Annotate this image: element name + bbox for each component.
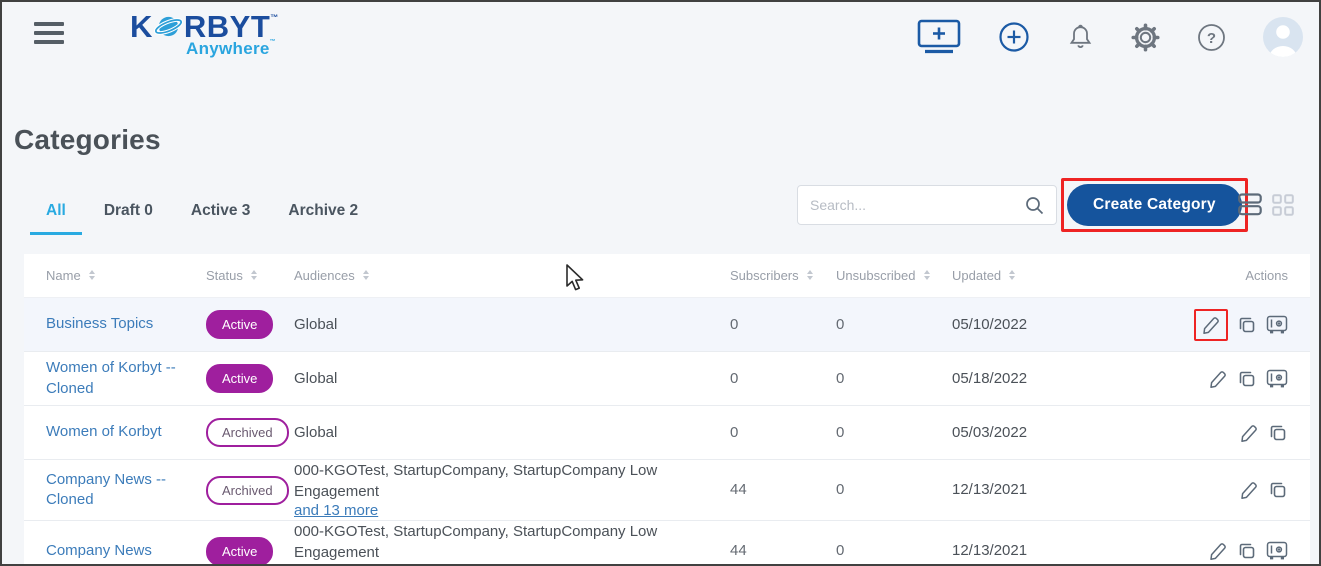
table-row: Women of Korbyt -- Cloned Active Global … [24, 352, 1310, 406]
tabs: All Draft 0 Active 3 Archive 2 [30, 198, 374, 235]
sort-icon[interactable] [923, 270, 930, 280]
table-row: Women of Korbyt Archived Global 0 0 05/0… [24, 406, 1310, 460]
planet-icon [153, 16, 183, 37]
page-title: Categories [14, 124, 161, 155]
clone-copy-icon[interactable] [1237, 369, 1257, 389]
user-avatar[interactable] [1263, 17, 1303, 57]
category-name-link[interactable]: Company News [46, 541, 152, 561]
table-row: Company News Active 000-KGOTest, Startup… [24, 521, 1310, 564]
clone-copy-icon[interactable] [1237, 541, 1257, 561]
status-badge: Archived [206, 475, 289, 505]
unsubscribed-count: 0 [836, 423, 845, 441]
tab-all[interactable]: All [30, 198, 82, 235]
category-name-link[interactable]: Business Topics [46, 314, 153, 334]
status-badge: Active [206, 536, 274, 564]
updated-date: 12/13/2021 [952, 542, 1028, 559]
logo-rbyt: RBYT [183, 9, 271, 44]
grid-view-icon[interactable] [1272, 193, 1294, 216]
subscribers-count: 44 [730, 542, 747, 559]
status-badge: Active [206, 364, 274, 393]
sort-icon[interactable] [806, 270, 813, 280]
column-status: Status [206, 268, 257, 283]
edit-pencil-icon[interactable] [1201, 315, 1221, 335]
updated-date: 05/18/2022 [952, 369, 1028, 387]
korbyt-logo[interactable]: K RBYT ™ Anywhere™ [130, 11, 279, 59]
tab-archive[interactable]: Archive 2 [272, 198, 374, 235]
updated-date: 12/13/2021 [952, 481, 1028, 498]
logo-anywhere: Anywhere™ [186, 39, 276, 58]
logo-trademark: ™ [270, 13, 279, 22]
column-audiences: Audiences [294, 268, 369, 283]
audiences-text: Global [294, 370, 338, 387]
audiences-text: Global [294, 424, 338, 441]
updated-date: 05/10/2022 [952, 315, 1028, 333]
subscribers-count: 0 [730, 423, 739, 441]
help-icon[interactable]: ? [1197, 23, 1226, 52]
column-actions: Actions [1245, 268, 1288, 283]
settings-gear-icon[interactable] [1131, 22, 1160, 52]
archive-safe-icon[interactable] [1266, 541, 1288, 561]
archive-safe-icon[interactable] [1266, 369, 1288, 389]
audiences-text: Global [294, 316, 338, 333]
unsubscribed-count: 0 [836, 481, 845, 498]
create-category-button[interactable]: Create Category [1067, 184, 1242, 226]
subscribers-count: 44 [730, 481, 747, 498]
edit-button-highlight [1194, 308, 1228, 341]
unsubscribed-count: 0 [836, 542, 845, 559]
category-name-link[interactable]: Company News -- Cloned [46, 470, 196, 511]
column-updated: Updated [952, 268, 1016, 283]
categories-table: Name Status Audiences Subscribers Unsubs… [24, 254, 1310, 564]
status-badge: Archived [206, 418, 289, 447]
audiences-text: 000-KGOTest, StartupCompany, StartupComp… [294, 462, 658, 500]
subscribers-count: 0 [730, 369, 739, 387]
sort-icon[interactable] [1009, 270, 1016, 280]
sort-icon[interactable] [250, 270, 257, 280]
create-plus-icon[interactable] [998, 21, 1030, 53]
search-input[interactable] [810, 197, 1025, 213]
unsubscribed-count: 0 [836, 369, 845, 387]
column-name: Name [46, 268, 95, 283]
category-name-link[interactable]: Women of Korbyt [46, 422, 162, 442]
subscribers-count: 0 [730, 315, 739, 333]
edit-pencil-icon[interactable] [1239, 423, 1259, 443]
clone-copy-icon[interactable] [1268, 423, 1288, 443]
column-subscribers: Subscribers [730, 268, 813, 283]
clone-copy-icon[interactable] [1268, 480, 1288, 500]
logo-k: K [130, 9, 153, 44]
view-toggles [1238, 193, 1294, 216]
topbar: K RBYT ™ Anywhere™ ? [2, 2, 1319, 72]
audiences-more-link[interactable]: and 13 more [294, 502, 378, 519]
table-header-row: Name Status Audiences Subscribers Unsubs… [24, 254, 1310, 298]
notifications-bell-icon[interactable] [1067, 23, 1094, 51]
list-view-icon[interactable] [1238, 193, 1262, 216]
create-category-highlight: Create Category [1061, 178, 1248, 232]
tab-active[interactable]: Active 3 [175, 198, 266, 235]
search-icon[interactable] [1025, 196, 1044, 215]
status-badge: Active [206, 310, 274, 339]
edit-pencil-icon[interactable] [1208, 541, 1228, 561]
sort-icon[interactable] [88, 270, 95, 280]
topbar-icons: ? [917, 2, 1303, 72]
category-name-link[interactable]: Women of Korbyt -- Cloned [46, 358, 196, 399]
audiences-text: 000-KGOTest, StartupCompany, StartupComp… [294, 523, 658, 561]
tab-draft[interactable]: Draft 0 [88, 198, 169, 235]
edit-pencil-icon[interactable] [1239, 480, 1259, 500]
column-unsubscribed: Unsubscribed [836, 268, 930, 283]
hamburger-menu-button[interactable] [34, 20, 66, 46]
logo-wordmark: K RBYT ™ [130, 11, 279, 42]
edit-pencil-icon[interactable] [1208, 369, 1228, 389]
app-window: K RBYT ™ Anywhere™ ? Categories All Draf… [0, 0, 1321, 566]
sort-icon[interactable] [362, 270, 369, 280]
table-row: Business Topics Active Global 0 0 05/10/… [24, 298, 1310, 352]
clone-copy-icon[interactable] [1237, 315, 1257, 335]
updated-date: 05/03/2022 [952, 423, 1028, 441]
add-display-icon[interactable] [917, 19, 961, 55]
svg-text:?: ? [1207, 30, 1216, 47]
table-row: Company News -- Cloned Archived 000-KGOT… [24, 460, 1310, 521]
unsubscribed-count: 0 [836, 315, 845, 333]
archive-safe-icon[interactable] [1266, 315, 1288, 335]
search-box [797, 185, 1057, 225]
